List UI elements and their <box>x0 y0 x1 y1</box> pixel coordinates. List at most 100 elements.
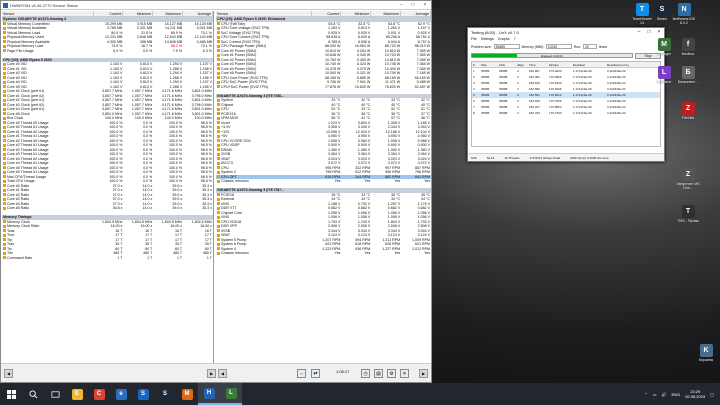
results-col-header[interactable]: Align. <box>516 62 528 67</box>
memory-field[interactable]: 10240 <box>545 44 572 49</box>
menu-settings[interactable]: Settings <box>481 36 494 42</box>
taskbar-hwinfo-button[interactable]: H <box>198 383 220 405</box>
tray-chevron-icon[interactable]: ⌃ <box>644 392 647 397</box>
col-minimum[interactable]: Minimum <box>341 11 372 16</box>
desktop-icon[interactable]: T TMS - Ярлык <box>676 205 700 223</box>
value-max: 78.629 W <box>384 84 401 89</box>
sensor-row[interactable]: Page File Usage 6.0 % 0.0 % 7.5 % 6.3 % <box>2 49 213 54</box>
sensor-label: Core #5 Thread #1 Usage <box>7 170 49 174</box>
results-col-header[interactable]: Residual (norm.) <box>606 62 646 67</box>
network-icon[interactable]: ⇄ <box>311 369 320 378</box>
desktop-icon[interactable]: L Lightshot <box>652 66 676 84</box>
close-sensors-icon[interactable]: ✕ <box>400 369 409 378</box>
scroll-right-arrow-icon[interactable]: ▶ <box>419 369 428 378</box>
col-maximum[interactable]: Maximum <box>371 11 402 16</box>
language-indicator[interactable]: ENG <box>672 392 681 397</box>
sensor-icon <box>3 71 6 75</box>
desktop-icon[interactable]: Z FileZilla <box>676 102 700 120</box>
taskbar-linx-button[interactable]: L <box>220 383 242 405</box>
clock[interactable]: 23:29 02.08.2019 <box>685 389 705 399</box>
sensor-label: DDR VPP <box>221 224 237 228</box>
maximize-button[interactable]: □ <box>407 2 419 8</box>
sensor-icon <box>3 22 6 26</box>
report-icon[interactable]: ▤ <box>374 369 383 378</box>
sensor-pane-left[interactable]: Sensor Current Minimum Maximum Average S… <box>2 11 214 364</box>
start-button[interactable] <box>0 383 22 405</box>
taskbar-store-button[interactable]: S <box>132 383 154 405</box>
linx-window: Testing (6/20) - LinX v0.7.0 – □ × File … <box>467 27 665 162</box>
sensor-icon <box>3 161 6 165</box>
linx-titlebar[interactable]: Testing (6/20) - LinX v0.7.0 – □ × <box>468 28 664 36</box>
results-cell: 35688 <box>499 111 508 115</box>
col-average[interactable]: Average <box>401 11 431 16</box>
col-current[interactable]: Current <box>94 11 124 16</box>
col-current[interactable]: Current <box>312 11 342 16</box>
minimize-button[interactable]: – <box>395 2 407 8</box>
taskbar-media-button[interactable]: M <box>176 383 198 405</box>
results-col-header[interactable]: Size <box>480 62 498 67</box>
taskbar-chrome-button[interactable]: C <box>88 383 110 405</box>
desktop-icon[interactable]: S Steam <box>650 3 674 21</box>
sensor-label: CPU <box>221 165 229 170</box>
network-tray-icon[interactable]: ▭ <box>653 392 657 397</box>
menu-file[interactable]: File <box>471 36 477 42</box>
sensor-label: VIN5 <box>221 215 229 219</box>
settings-icon[interactable]: ⚙ <box>387 369 396 378</box>
desktop-icon[interactable]: M Manager <box>652 38 676 56</box>
scroll-left-arrow-icon[interactable]: ◀ <box>4 369 13 378</box>
sensor-row[interactable]: Command Rate 1 T 1 T 1 T 1 T <box>2 256 213 261</box>
col-minimum[interactable]: Minimum <box>123 11 154 16</box>
taskbar: ECeSSMHL ⌃ ▭ 🔊 ENG 23:29 02.08.2019 ▢ <box>0 383 720 405</box>
results-col-header[interactable]: Residual <box>572 62 606 67</box>
sensor-label: Core #3 VID <box>7 75 27 80</box>
value-max: 7.5 % <box>172 48 183 53</box>
desktop-icon[interactable]: f feedbox <box>676 38 700 56</box>
sensor-label: Core #5 Thread #0 Usage <box>7 165 49 170</box>
hwinfo-titlebar[interactable]: HWiNFO64 v6.06-3770 Sensor Status – □ × <box>1 1 431 10</box>
minimize-button[interactable]: – <box>634 29 644 35</box>
notifications-icon[interactable]: ▢ <box>710 392 714 397</box>
sensor-icon <box>3 229 6 233</box>
col-maximum[interactable]: Maximum <box>153 11 184 16</box>
results-table: # Size LDA Align. Time GFlops Residual Residual… <box>471 61 661 147</box>
results-row[interactable]: 8 35685 35688 4 182.763 176.4703 1.171419e-09 3… <box>472 110 660 116</box>
clock-reset-icon[interactable]: ◷ <box>361 369 370 378</box>
desktop-icon[interactable]: K Корзина <box>694 344 718 362</box>
problem-size-field[interactable]: 35685 <box>493 44 520 49</box>
col-average[interactable]: Average <box>183 11 213 16</box>
sensor-row[interactable]: Chassis Intrusion Yes Yes Yes Yes <box>216 179 431 184</box>
sensor-row[interactable]: Chassis Intrusion Yes Yes Yes Yes <box>216 251 431 256</box>
search-icon[interactable] <box>22 383 44 405</box>
taskbar-edge-button[interactable]: e <box>110 383 132 405</box>
nav-arrows-icon[interactable]: ⇔ <box>297 369 306 378</box>
results-col-header[interactable]: LDA <box>498 62 516 67</box>
task-view-icon[interactable] <box>44 383 66 405</box>
sensor-row[interactable]: Core #5 Ratio 36.8 x 14.0 x 39.0 x 35.3 x <box>2 206 213 211</box>
volume-icon[interactable]: 🔊 <box>662 392 667 397</box>
sensor-label: Core #3 Thread #1 Usage <box>7 152 49 156</box>
maximize-button[interactable]: □ <box>644 29 654 35</box>
results-col-header[interactable]: Time <box>528 62 548 67</box>
scroll-left-arrow-icon[interactable]: ◀ <box>218 369 227 378</box>
results-col-header[interactable]: GFlops <box>548 62 572 67</box>
close-button[interactable]: × <box>654 29 664 35</box>
sensor-pane-right[interactable]: Sensor Current Minimum Maximum Average C… <box>216 11 432 364</box>
scroll-right-arrow-icon[interactable]: ▶ <box>207 369 216 378</box>
runs-field[interactable]: 20 <box>582 44 597 49</box>
menu-graphs[interactable]: Graphs <box>498 36 510 42</box>
desktop-icon[interactable]: Б Бесконечн... <box>676 66 700 84</box>
col-sensor[interactable]: Sensor <box>2 11 94 16</box>
sensor-row[interactable]: CPU+SoC Power (SVI2 TFN) 77.876 W 15.830 W… <box>216 85 431 90</box>
results-col-header[interactable]: # <box>472 62 480 67</box>
taskbar-explorer-button[interactable]: E <box>66 383 88 405</box>
sensor-label: Trfc <box>7 251 14 255</box>
sensor-icon <box>3 31 6 35</box>
col-sensor[interactable]: Sensor <box>216 11 312 16</box>
close-button[interactable]: × <box>419 2 431 8</box>
desktop-icon[interactable]: N NetBeans IDE 8.0.2 <box>672 3 696 25</box>
sensor-icon <box>217 161 220 165</box>
taskbar-steam-button[interactable]: S <box>154 383 176 405</box>
menu-help[interactable]: ? <box>514 36 516 42</box>
sensor-icon <box>217 53 220 57</box>
desktop-icon[interactable]: Z Запустите MS Dos... <box>676 168 700 190</box>
